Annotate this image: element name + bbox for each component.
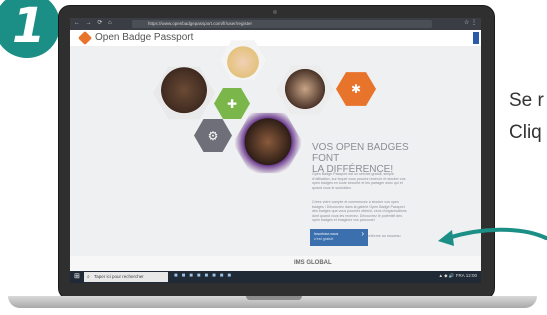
curved-arrow-icon [438, 227, 547, 246]
